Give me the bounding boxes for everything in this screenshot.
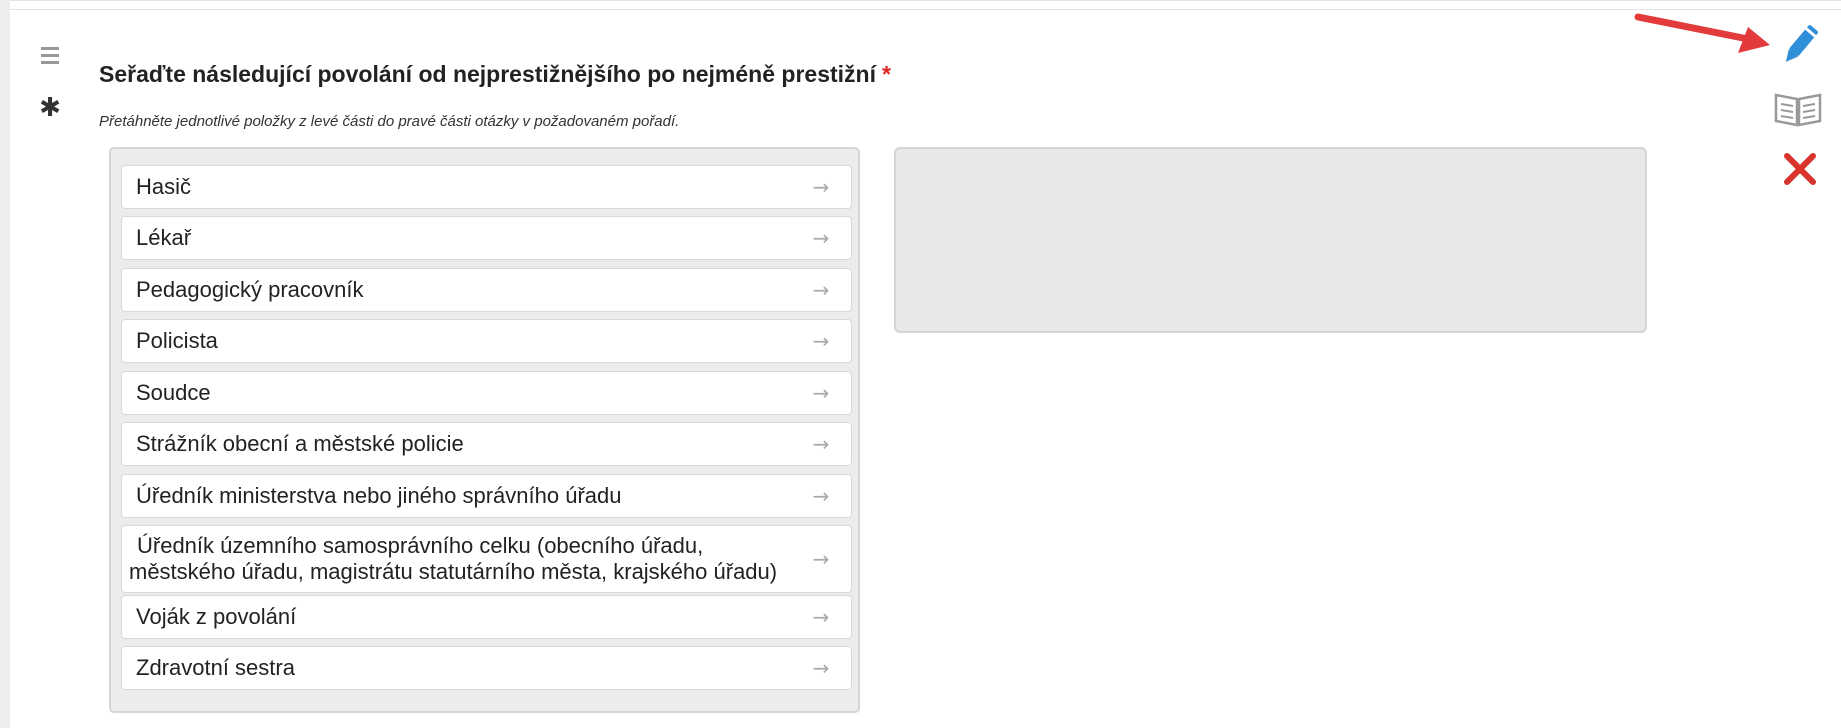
book-icon[interactable] <box>1773 89 1823 129</box>
question-text: Seřaďte následující povolání od nejprest… <box>99 61 876 87</box>
list-item-label: Policista <box>136 328 218 353</box>
close-icon[interactable] <box>1782 151 1818 187</box>
list-item-label: Pedagogický pracovník <box>136 277 364 302</box>
list-item[interactable]: Strážník obecní a městské policie → <box>121 422 852 466</box>
list-item-label: Lékař <box>136 225 192 250</box>
list-item-label: Strážník obecní a městské policie <box>136 431 464 456</box>
arrow-right-icon[interactable]: → <box>791 329 851 353</box>
red-arrow-icon <box>1634 13 1770 53</box>
pencil-icon[interactable] <box>1775 21 1825 69</box>
divider <box>10 9 1841 10</box>
arrow-right-icon[interactable]: → <box>791 432 851 456</box>
list-item-label: Soudce <box>136 380 211 405</box>
list-item[interactable]: Úředník územního samosprávního celku (ob… <box>121 525 852 593</box>
question-help: Přetáhněte jednotlivé položky z levé čás… <box>99 113 680 130</box>
hamburger-icon[interactable] <box>41 47 59 64</box>
question-card: ✱ Seřaďte následující povolání od nejpre… <box>10 0 1841 728</box>
required-mark: * <box>881 61 891 87</box>
list-item-label: Hasič <box>136 174 192 199</box>
left-toolbar: ✱ <box>38 47 62 123</box>
list-item[interactable]: Hasič → <box>121 165 852 209</box>
arrow-right-icon[interactable]: → <box>791 605 851 629</box>
arrow-right-icon[interactable]: → <box>791 175 851 199</box>
list-item-label: Úředník územního samosprávního celku (ob… <box>129 533 778 584</box>
list-item-label: Úředník ministerstva nebo jiného správní… <box>136 483 622 508</box>
list-item-label: Zdravotní sestra <box>136 655 295 680</box>
arrow-right-icon[interactable]: → <box>791 547 851 571</box>
ranking-target-dropzone[interactable] <box>894 147 1647 333</box>
asterisk-icon: ✱ <box>39 93 61 123</box>
arrow-right-icon[interactable]: → <box>791 381 851 405</box>
arrow-right-icon[interactable]: → <box>791 656 851 680</box>
list-item[interactable]: Úředník ministerstva nebo jiného správní… <box>121 474 852 518</box>
list-item[interactable]: Voják z povolání → <box>121 595 852 639</box>
list-item[interactable]: Lékař → <box>121 216 852 260</box>
list-item[interactable]: Policista → <box>121 319 852 363</box>
ranking-source-list[interactable]: Hasič → Lékař → Pedagogický pracovník → Polici… <box>109 147 860 713</box>
list-item[interactable]: Zdravotní sestra → <box>121 646 852 690</box>
list-item-label: Voják z povolání <box>136 604 297 629</box>
arrow-right-icon[interactable]: → <box>791 226 851 250</box>
list-item[interactable]: Pedagogický pracovník → <box>121 268 852 312</box>
question-title: Seřaďte následující povolání od nejprest… <box>99 61 891 88</box>
arrow-right-icon[interactable]: → <box>791 484 851 508</box>
list-item[interactable]: Soudce → <box>121 371 852 415</box>
arrow-right-icon[interactable]: → <box>791 278 851 302</box>
